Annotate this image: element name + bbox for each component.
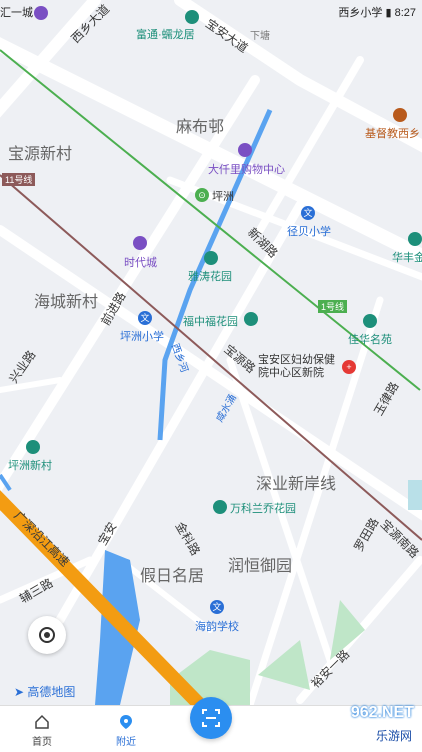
status-left-text: 汇一城 bbox=[0, 7, 33, 19]
school-icon[interactable]: 文 bbox=[301, 206, 315, 220]
map-canvas bbox=[0, 0, 422, 705]
poi-label[interactable]: 海韵学校 bbox=[195, 618, 239, 634]
poi-label[interactable]: 万科兰乔花园 bbox=[230, 500, 296, 516]
status-right: 西乡小学 ▮ 8:27 bbox=[338, 4, 416, 20]
road-label: 下塘 bbox=[250, 31, 270, 42]
tab-mine[interactable] bbox=[270, 706, 330, 752]
district-label: 深业新岸线 bbox=[256, 476, 337, 493]
scan-button[interactable] bbox=[190, 697, 232, 739]
status-bar: 汇一城 西乡小学 ▮ 8:27 bbox=[0, 0, 422, 22]
signal-icon: ▮ bbox=[385, 7, 392, 19]
poi-label[interactable]: 宝安区妇幼保健院中心区新院 bbox=[258, 354, 340, 380]
status-location-text: 西乡小学 bbox=[338, 7, 383, 19]
metro-line-label: 11号线 bbox=[2, 173, 36, 186]
hospital-icon[interactable]: + bbox=[342, 360, 356, 374]
shop-icon[interactable] bbox=[238, 143, 252, 157]
district-label: 海城新村 bbox=[34, 294, 99, 311]
tab-label: 附近 bbox=[116, 737, 136, 748]
school-icon[interactable]: 文 bbox=[210, 600, 224, 614]
poi-label[interactable]: 坪洲小学 bbox=[120, 328, 164, 344]
tab-label: 首页 bbox=[32, 737, 52, 748]
poi-label[interactable]: 富通·蠕龙居 bbox=[136, 26, 195, 42]
residence-icon[interactable] bbox=[363, 314, 377, 328]
watermark: 962.NET bbox=[350, 704, 414, 721]
school-icon[interactable]: 文 bbox=[138, 311, 152, 325]
district-label: 麻布邨 bbox=[176, 119, 225, 136]
tab-nearby[interactable]: 附近 bbox=[96, 706, 156, 752]
residence-icon[interactable] bbox=[244, 312, 258, 326]
map-brand: ➤ 高德地图 bbox=[14, 685, 76, 699]
poi-label[interactable]: 华丰金 bbox=[392, 249, 422, 265]
poi-label[interactable]: 佳华名苑 bbox=[348, 331, 392, 347]
metro-station-icon[interactable]: ⊙ bbox=[195, 188, 209, 202]
poi-label[interactable]: 时代城 bbox=[124, 254, 157, 270]
poi-label[interactable]: 雅涛花园 bbox=[188, 268, 232, 284]
tab-home[interactable]: 首页 bbox=[12, 706, 72, 752]
scan-icon bbox=[202, 709, 220, 727]
location-pin-icon bbox=[120, 715, 132, 729]
poi-label[interactable]: 坪洲新村 bbox=[8, 457, 52, 473]
church-icon[interactable] bbox=[393, 108, 407, 122]
district-label: 润恒御园 bbox=[228, 558, 293, 575]
poi-label[interactable]: 大仟里购物中心 bbox=[208, 161, 285, 177]
home-icon bbox=[35, 714, 49, 729]
metro-station-label[interactable]: 坪洲 bbox=[212, 188, 234, 204]
navigation-arrow-icon: ➤ bbox=[14, 685, 25, 699]
residence-icon[interactable] bbox=[204, 251, 218, 265]
residence-icon[interactable] bbox=[26, 440, 40, 454]
poi-label[interactable]: 基督教西乡 bbox=[365, 125, 420, 141]
district-label: 假日名居 bbox=[140, 568, 205, 585]
status-time: 8:27 bbox=[394, 7, 416, 19]
residence-icon[interactable] bbox=[213, 500, 227, 514]
poi-label[interactable]: 径贝小学 bbox=[287, 223, 331, 239]
shop-icon[interactable] bbox=[133, 236, 147, 250]
poi-label[interactable]: 福中福花园 bbox=[183, 313, 238, 329]
district-label: 宝源新村 bbox=[8, 146, 73, 163]
locate-button[interactable] bbox=[28, 616, 66, 654]
residence-icon[interactable] bbox=[408, 232, 422, 246]
metro-line-label: 1号线 bbox=[318, 300, 348, 313]
watermark-sub: 乐游网 bbox=[375, 729, 412, 743]
map-view[interactable]: 宝源新村 麻布邨 海城新村 深业新岸线 假日名居 润恒御园 西乡大道 宝安大道 … bbox=[0, 0, 422, 705]
